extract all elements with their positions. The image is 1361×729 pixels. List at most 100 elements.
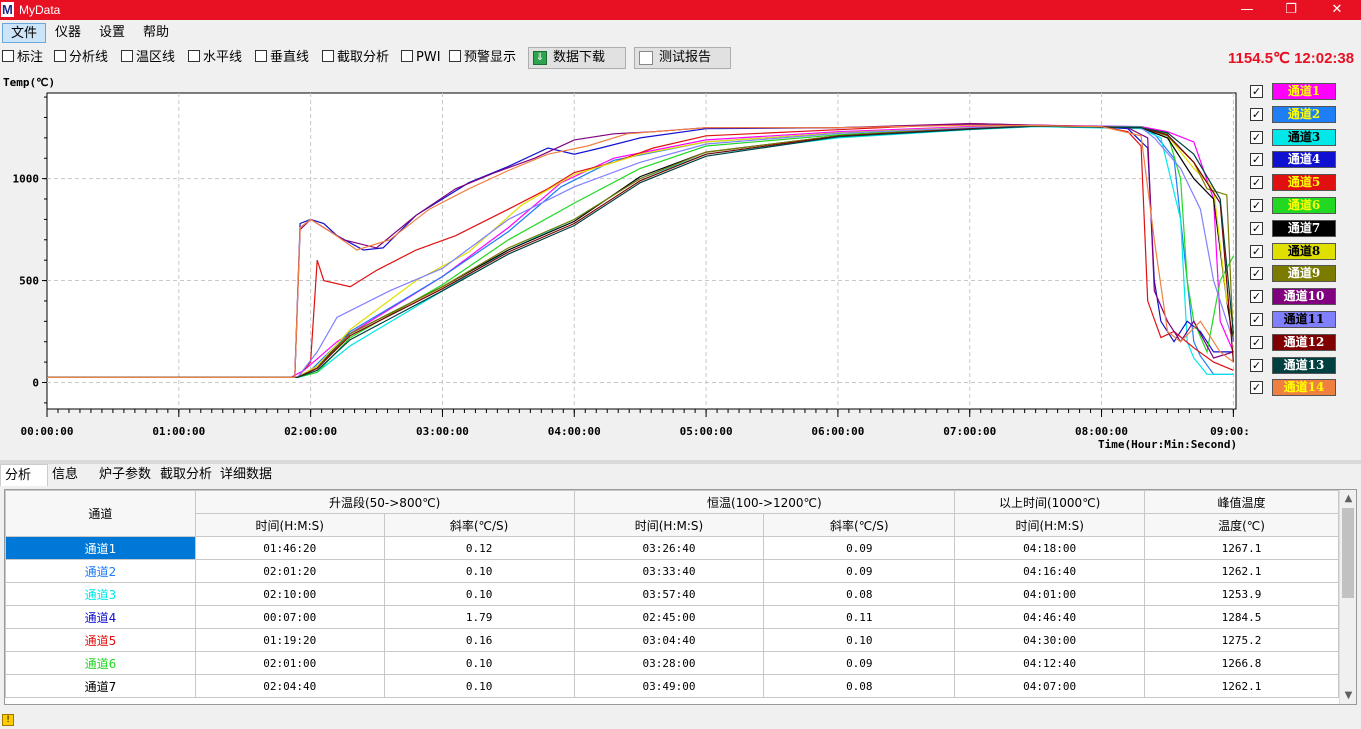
table-row[interactable]: 通道4 00:07:00 1.79 02:45:00 0.11 04:46:40 1284.… — [5, 605, 1339, 629]
tab-analysis[interactable]: 分析 — [0, 464, 48, 486]
legend-swatch: 通道5 — [1272, 174, 1336, 192]
header-channel[interactable]: 通道 — [5, 490, 196, 537]
legend-item[interactable]: ✓ 通道9 — [1250, 264, 1360, 284]
test-report-button[interactable]: 测试报告 — [634, 47, 731, 69]
table-row[interactable]: 通道5 01:19:20 0.16 03:04:40 0.10 04:30:00 1275.… — [5, 628, 1339, 652]
menu-help[interactable]: 帮助 — [135, 23, 177, 43]
menu-file[interactable]: 文件 — [2, 23, 47, 43]
check-temp-zone-line[interactable]: 温区线 — [121, 50, 175, 66]
checkbox-checked-icon[interactable]: ✓ — [1250, 358, 1263, 372]
legend-item[interactable]: ✓ 通道10 — [1250, 287, 1360, 307]
channel-cell[interactable]: 通道1 — [5, 536, 196, 560]
check-pwi[interactable]: PWI — [401, 50, 441, 66]
legend-item[interactable]: ✓ 通道8 — [1250, 242, 1360, 262]
checkbox-checked-icon[interactable]: ✓ — [1250, 153, 1263, 167]
subheader-time[interactable]: 时间(H:M:S) — [573, 513, 765, 537]
x-tick-label: 03:00:00 — [416, 425, 469, 438]
tab-info[interactable]: 信息 — [48, 464, 82, 486]
legend-item[interactable]: ✓ 通道5 — [1250, 173, 1360, 193]
table-row[interactable]: 通道1 01:46:20 0.12 03:26:40 0.09 04:18:00 1267.… — [5, 536, 1339, 560]
checkbox-checked-icon[interactable]: ✓ — [1250, 107, 1263, 121]
channel-cell[interactable]: 通道3 — [5, 582, 196, 606]
legend-item[interactable]: ✓ 通道2 — [1250, 105, 1360, 125]
checkbox-icon — [2, 50, 14, 62]
subheader-temperature[interactable]: 温度(℃) — [1144, 513, 1339, 537]
checkbox-checked-icon[interactable]: ✓ — [1250, 244, 1263, 258]
legend-swatch: 通道1 — [1272, 83, 1336, 100]
checkbox-checked-icon[interactable]: ✓ — [1250, 199, 1263, 212]
subheader-time[interactable]: 时间(H:M:S) — [194, 513, 385, 537]
checkbox-checked-icon[interactable]: ✓ — [1250, 176, 1263, 190]
legend-item[interactable]: ✓ 通道4 — [1250, 150, 1360, 170]
tab-furnace-params[interactable]: 炉子参数 — [95, 464, 155, 486]
data-download-button[interactable]: ⇓ 数据下载 — [528, 47, 626, 69]
table-row[interactable]: 通道3 02:10:00 0.10 03:57:40 0.08 04:01:00 1253.… — [5, 582, 1339, 606]
table-row[interactable]: 通道6 02:01:00 0.10 03:28:00 0.09 04:12:40 1266.… — [5, 651, 1339, 675]
header-heating-stage[interactable]: 升温段(50->800℃) — [194, 490, 575, 514]
check-capture-analysis[interactable]: 截取分析 — [322, 50, 389, 66]
channel-cell[interactable]: 通道7 — [5, 674, 196, 698]
scroll-down-icon[interactable]: ▼ — [1340, 687, 1356, 704]
header-time-above[interactable]: 以上时间(1000℃) — [954, 490, 1146, 514]
checkbox-checked-icon[interactable]: ✓ — [1250, 85, 1263, 98]
maximize-button[interactable]: ❐ — [1268, 0, 1314, 20]
legend-item[interactable]: ✓ 通道7 — [1250, 219, 1360, 239]
channel-cell[interactable]: 通道2 — [5, 559, 196, 583]
toolbar: 标注 分析线 温区线 水平线 垂直线 截取分析 PWI 预警显示 ⇓ 数据下载 … — [0, 46, 1361, 70]
checkbox-checked-icon[interactable]: ✓ — [1250, 130, 1263, 144]
table-cell: 01:46:20 — [194, 536, 385, 560]
legend-item[interactable]: ✓ 通道11 — [1250, 310, 1360, 330]
tab-detail-data[interactable]: 详细数据 — [216, 464, 276, 486]
checkbox-checked-icon[interactable]: ✓ — [1250, 267, 1263, 281]
legend-item[interactable]: ✓ 通道12 — [1250, 333, 1360, 353]
table-cell: 0.08 — [763, 582, 956, 606]
scrollbar-thumb[interactable] — [1342, 508, 1354, 598]
vertical-scrollbar[interactable]: ▲ ▼ — [1339, 490, 1356, 704]
channel-cell[interactable]: 通道6 — [5, 651, 196, 675]
checkbox-checked-icon[interactable]: ✓ — [1250, 221, 1263, 235]
close-button[interactable]: ✕ — [1314, 0, 1360, 20]
table-row[interactable]: 通道2 02:01:20 0.10 03:33:40 0.09 04:16:40 1262.… — [5, 559, 1339, 583]
checkbox-checked-icon[interactable]: ✓ — [1250, 381, 1263, 395]
x-tick-label: 08:00:00 — [1075, 425, 1128, 438]
y-tick-label: 0 — [32, 376, 39, 389]
table-cell: 0.10 — [763, 628, 956, 652]
legend-swatch: 通道14 — [1272, 379, 1336, 397]
subheader-time[interactable]: 时间(H:M:S) — [954, 513, 1146, 537]
scroll-up-icon[interactable]: ▲ — [1340, 490, 1356, 507]
plot-area[interactable] — [46, 92, 1237, 410]
subheader-slope[interactable]: 斜率(℃/S) — [763, 513, 956, 537]
table-cell: 0.11 — [763, 605, 956, 629]
check-warning-display[interactable]: 预警显示 — [449, 50, 516, 66]
check-analysis-line[interactable]: 分析线 — [54, 50, 108, 66]
menu-instrument[interactable]: 仪器 — [47, 23, 89, 43]
channel-cell[interactable]: 通道5 — [5, 628, 196, 652]
checkbox-checked-icon[interactable]: ✓ — [1250, 335, 1263, 349]
table-cell: 03:33:40 — [573, 559, 765, 583]
tab-capture-analysis[interactable]: 截取分析 — [156, 464, 216, 486]
checkbox-checked-icon[interactable]: ✓ — [1250, 290, 1263, 304]
temperature-chart[interactable]: 00:00:00 01:00:00 02:00:00 03:00:00 04:00:00… — [0, 72, 1250, 462]
header-constant-temp[interactable]: 恒温(100->1200℃) — [573, 490, 956, 514]
table-cell: 0.10 — [383, 674, 575, 698]
checkbox-checked-icon[interactable]: ✓ — [1250, 313, 1263, 326]
check-annotation[interactable]: 标注 — [2, 50, 43, 66]
legend-item[interactable]: ✓ 通道14 — [1250, 378, 1360, 398]
channel-cell[interactable]: 通道4 — [5, 605, 196, 629]
subheader-slope[interactable]: 斜率(℃/S) — [383, 513, 575, 537]
table-cell: 01:19:20 — [194, 628, 385, 652]
x-tick-label: 01:00:00 — [152, 425, 205, 438]
header-peak-temp[interactable]: 峰值温度 — [1144, 490, 1339, 514]
download-icon: ⇓ — [533, 51, 547, 65]
check-vertical-line[interactable]: 垂直线 — [255, 50, 309, 66]
legend-item[interactable]: ✓ 通道1 — [1250, 82, 1360, 102]
table-row[interactable]: 通道7 02:04:40 0.10 03:49:00 0.08 04:07:00 1262.… — [5, 674, 1339, 698]
table-cell: 1267.1 — [1144, 536, 1339, 560]
minimize-button[interactable]: — — [1224, 0, 1270, 20]
legend-item[interactable]: ✓ 通道3 — [1250, 128, 1360, 148]
legend-item[interactable]: ✓ 通道13 — [1250, 356, 1360, 376]
menu-settings[interactable]: 设置 — [91, 23, 133, 43]
legend-item[interactable]: ✓ 通道6 — [1250, 196, 1360, 216]
check-horizontal-line[interactable]: 水平线 — [188, 50, 242, 66]
table-cell: 00:07:00 — [194, 605, 385, 629]
